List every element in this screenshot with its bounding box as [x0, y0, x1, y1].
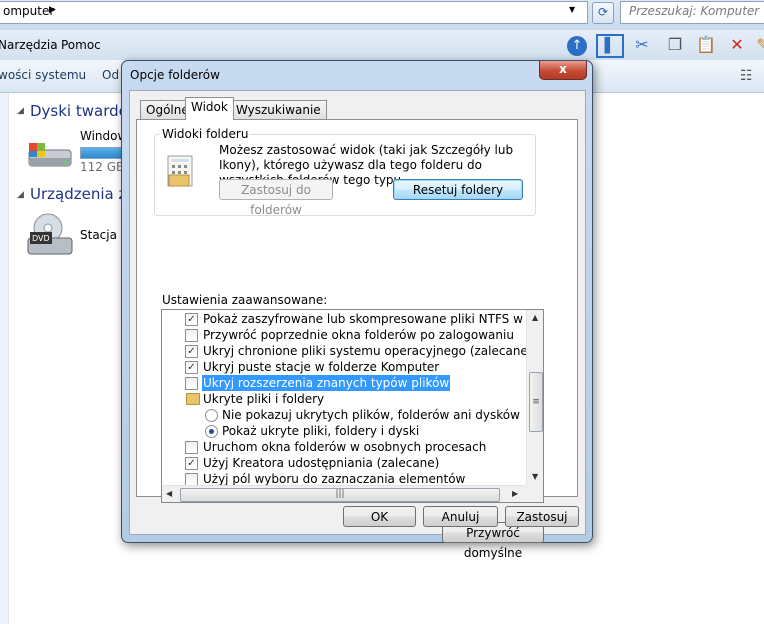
- navigation-pane-edge: [0, 93, 9, 624]
- scrollbar-corner: [526, 485, 543, 502]
- setting-label: Pokaż ukryte pliki, foldery i dyski: [222, 424, 420, 438]
- close-glyph: x: [559, 62, 567, 76]
- setting-row-selected[interactable]: Ukryj rozszerzenia znanych typów plików: [162, 375, 522, 391]
- dialog-title: Opcje folderów: [130, 68, 220, 82]
- folder-view-icon: [167, 155, 193, 187]
- apply-to-folders-button[interactable]: Zastosuj do folderów: [219, 179, 333, 217]
- ok-button[interactable]: OK: [343, 506, 416, 527]
- setting-row[interactable]: Pokaż ukryte pliki, foldery i dyski: [162, 423, 522, 439]
- tab-view[interactable]: Widok: [185, 97, 234, 120]
- menu-bar: Narzędzia Pomoc ↑ ▌ ✂ ❐ 📋 ✕ ✎: [0, 30, 764, 60]
- address-text: omputer: [3, 4, 55, 18]
- hard-drive-icon[interactable]: [26, 140, 74, 170]
- advanced-settings-list[interactable]: ✓ Pokaż zaszyfrowane lub skompresowane p…: [161, 309, 544, 503]
- up-arrow-icon[interactable]: ↑: [567, 36, 587, 56]
- setting-label: Pokaż zaszyfrowane lub skompresowane pli…: [203, 312, 544, 326]
- tab-search[interactable]: Wyszukiwanie: [230, 100, 327, 119]
- checkbox-checked[interactable]: ✓: [185, 361, 198, 374]
- reset-folders-button[interactable]: Resetuj foldery: [393, 179, 523, 200]
- scroll-up-icon[interactable]: ▲: [532, 313, 538, 322]
- setting-row[interactable]: Nie pokazuj ukrytych plików, folderów an…: [162, 407, 522, 423]
- setting-row[interactable]: ✓ Użyj Kreatora udostępniania (zalecane): [162, 455, 522, 471]
- radio-selected[interactable]: [205, 425, 218, 438]
- address-bar: omputer ▶ ▼ ⟳ Przeszukaj: Komputer: [0, 0, 764, 30]
- setting-label: Przywróć poprzednie okna folderów po zal…: [203, 328, 514, 342]
- address-field[interactable]: omputer ▶ ▼: [0, 1, 588, 24]
- folder-views-legend: Widoki folderu: [160, 127, 251, 141]
- scroll-down-icon[interactable]: ▼: [532, 472, 538, 481]
- setting-label: Uruchom okna folderów w osobnych procesa…: [203, 440, 487, 454]
- vertical-scrollbar[interactable]: ▲ ≡ ▼: [526, 310, 543, 485]
- setting-label: Ukryj rozszerzenia znanych typów plików: [202, 375, 451, 391]
- copy-icon[interactable]: ❐: [664, 34, 686, 56]
- dvd-drive-icon[interactable]: DVD: [26, 212, 74, 258]
- cmd-uninstall[interactable]: Od: [102, 68, 119, 82]
- setting-row[interactable]: ✓ Pokaż zaszyfrowane lub skompresowane p…: [162, 311, 543, 327]
- horizontal-scrollbar[interactable]: ◀ ||| ▶: [162, 485, 526, 502]
- advanced-settings-label: Ustawienia zaawansowane:: [162, 293, 328, 307]
- address-dropdown-icon[interactable]: ▼: [569, 5, 575, 14]
- folder-options-dialog: Opcje folderów x Ogólne Widok Wyszukiwan…: [121, 60, 593, 560]
- menu-help[interactable]: Pomoc: [61, 38, 101, 52]
- delete-icon[interactable]: ✕: [726, 34, 748, 56]
- scroll-left-icon[interactable]: ◀: [166, 489, 172, 498]
- properties-icon[interactable]: ✎: [752, 34, 764, 56]
- setting-row[interactable]: ✓ Ukryj puste stacje w folderze Komputer: [162, 359, 522, 375]
- setting-label: Użyj Kreatora udostępniania (zalecane): [203, 456, 440, 470]
- search-placeholder: Przeszukaj: Komputer: [629, 4, 760, 18]
- apply-button[interactable]: Zastosuj: [505, 506, 579, 527]
- checkbox-unchecked[interactable]: [185, 329, 198, 342]
- search-input[interactable]: Przeszukaj: Komputer: [620, 1, 764, 24]
- collapse-icon[interactable]: ◢: [17, 106, 24, 116]
- svg-text:DVD: DVD: [32, 234, 50, 243]
- menu-tools[interactable]: Narzędzia: [0, 38, 58, 52]
- checkbox-unchecked[interactable]: [185, 377, 198, 390]
- scroll-right-icon[interactable]: ▶: [512, 489, 518, 498]
- checkbox-checked[interactable]: ✓: [185, 313, 198, 326]
- preview-pane-icon[interactable]: ▌: [596, 34, 624, 58]
- setting-row[interactable]: Uruchom okna folderów w osobnych procesa…: [162, 439, 522, 455]
- vertical-scroll-thumb[interactable]: ≡: [529, 372, 543, 432]
- tab-label: Widok: [191, 100, 228, 114]
- setting-group-label: Ukryte pliki i foldery: [203, 392, 325, 406]
- paste-icon[interactable]: 📋: [695, 34, 717, 56]
- setting-row[interactable]: Przywróć poprzednie okna folderów po zal…: [162, 327, 522, 343]
- dialog-client: Ogólne Widok Wyszukiwanie Widoki folderu…: [129, 90, 586, 560]
- collapse-icon[interactable]: ◢: [17, 190, 24, 200]
- checkbox-unchecked[interactable]: [185, 441, 198, 454]
- view-options-icon[interactable]: ☷: [740, 68, 753, 84]
- cmd-system-properties[interactable]: wości systemu: [0, 68, 86, 82]
- horizontal-scroll-thumb[interactable]: |||: [180, 488, 500, 502]
- setting-label: Ukryj puste stacje w folderze Komputer: [203, 360, 440, 374]
- checkbox-checked[interactable]: ✓: [185, 345, 198, 358]
- setting-group: Ukryte pliki i foldery: [162, 391, 522, 407]
- cancel-button[interactable]: Anuluj: [423, 506, 498, 527]
- tab-label: Wyszukiwanie: [236, 103, 321, 117]
- close-icon[interactable]: x: [539, 61, 587, 80]
- tab-label: Ogólne: [146, 103, 189, 117]
- folder-icon: [186, 393, 200, 405]
- drive-size: 112 GB: [80, 160, 125, 174]
- radio-unselected[interactable]: [205, 409, 218, 422]
- breadcrumb-arrow-icon[interactable]: ▶: [49, 5, 56, 15]
- cut-icon[interactable]: ✂: [631, 34, 653, 56]
- folder-views-group: Widoki folderu Możesz zastosować widok (…: [154, 127, 536, 217]
- setting-label: Ukryj chronione pliki systemu operacyjne…: [203, 344, 533, 358]
- setting-label: Nie pokazuj ukrytych plików, folderów an…: [222, 408, 520, 422]
- refresh-icon[interactable]: ⟳: [592, 2, 614, 24]
- view-tab-panel: Widoki folderu Możesz zastosować widok (…: [136, 119, 578, 560]
- checkbox-checked[interactable]: ✓: [185, 457, 198, 470]
- setting-row[interactable]: ✓ Ukryj chronione pliki systemu operacyj…: [162, 343, 533, 359]
